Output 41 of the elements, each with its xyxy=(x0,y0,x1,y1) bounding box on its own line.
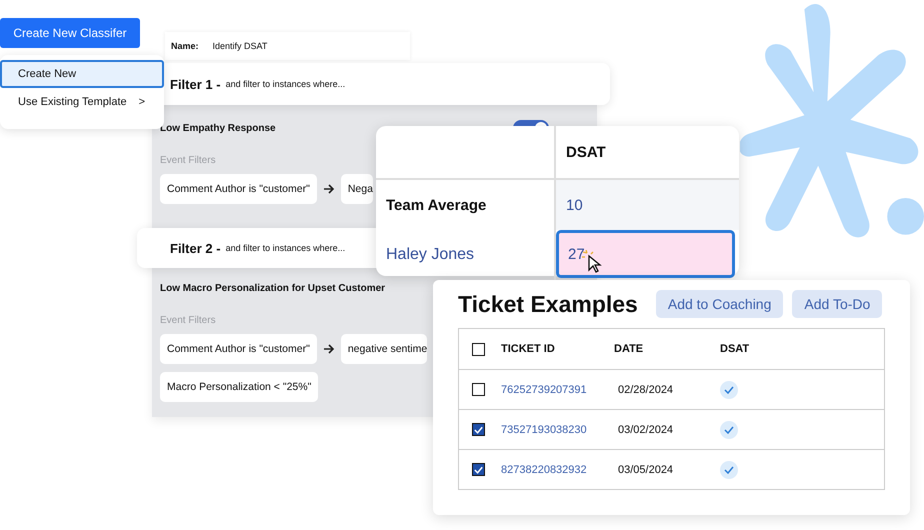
table-cell[interactable]: 27 xyxy=(556,230,735,278)
column-header: TICKET ID xyxy=(501,343,556,355)
filter-hint: and filter to instances where... xyxy=(226,79,346,89)
checkbox[interactable] xyxy=(472,423,485,436)
column-header: DSAT xyxy=(720,343,750,355)
filter-chip[interactable]: Macro Personalization < "25%" xyxy=(160,372,318,402)
filter-chip[interactable]: Comment Author is "customer" xyxy=(160,334,317,364)
filter-title: Filter 2 - xyxy=(170,240,221,256)
ticket-link[interactable]: 73527193038230 xyxy=(501,424,614,436)
menu-item-label: Create New xyxy=(18,68,76,80)
ticket-link[interactable]: 76252739207391 xyxy=(501,384,614,396)
create-classifier-button[interactable]: Create New Classifer xyxy=(0,18,140,48)
checkbox[interactable] xyxy=(472,342,485,356)
name-field[interactable]: Name: Identify DSAT xyxy=(165,32,410,60)
card-title: Ticket Examples xyxy=(458,290,638,318)
column-header: DSAT xyxy=(565,142,607,162)
table-cell[interactable]: 10 xyxy=(556,180,739,230)
table-cell-text: 03/02/2024 xyxy=(617,424,674,436)
name-value: Identify DSAT xyxy=(212,41,268,51)
filter-chip[interactable]: negative sentime xyxy=(340,334,428,364)
filter-title: Filter 1 - xyxy=(170,76,221,92)
filter-chip[interactable]: Comment Author is "customer" xyxy=(160,174,317,204)
arrow-icon xyxy=(322,343,335,355)
checkbox[interactable] xyxy=(472,383,485,396)
table-cell-text: 02/28/2024 xyxy=(617,384,674,396)
section-label: Event Filters xyxy=(160,315,217,326)
name-label: Name: xyxy=(171,41,199,51)
menu-item[interactable]: Create New xyxy=(0,60,164,88)
checkbox[interactable] xyxy=(472,463,485,476)
filter-chip[interactable]: Nega xyxy=(340,174,373,204)
filter-hint: and filter to instances where... xyxy=(226,243,346,253)
column-header: DATE xyxy=(614,343,644,355)
classifier-title: Low Macro Personalization for Upset Customer xyxy=(160,282,386,294)
submenu-arrow: > xyxy=(138,96,146,108)
section-label: Event Filters xyxy=(160,155,217,166)
menu-item-label: Use Existing Template xyxy=(18,96,127,108)
action-button[interactable]: Add To-Do xyxy=(792,290,882,318)
ticket-link[interactable]: 82738220832932 xyxy=(501,464,614,476)
action-button[interactable]: Add to Coaching xyxy=(656,290,784,318)
table-cell-text: 03/05/2024 xyxy=(617,464,674,476)
arrow-icon xyxy=(322,183,335,195)
